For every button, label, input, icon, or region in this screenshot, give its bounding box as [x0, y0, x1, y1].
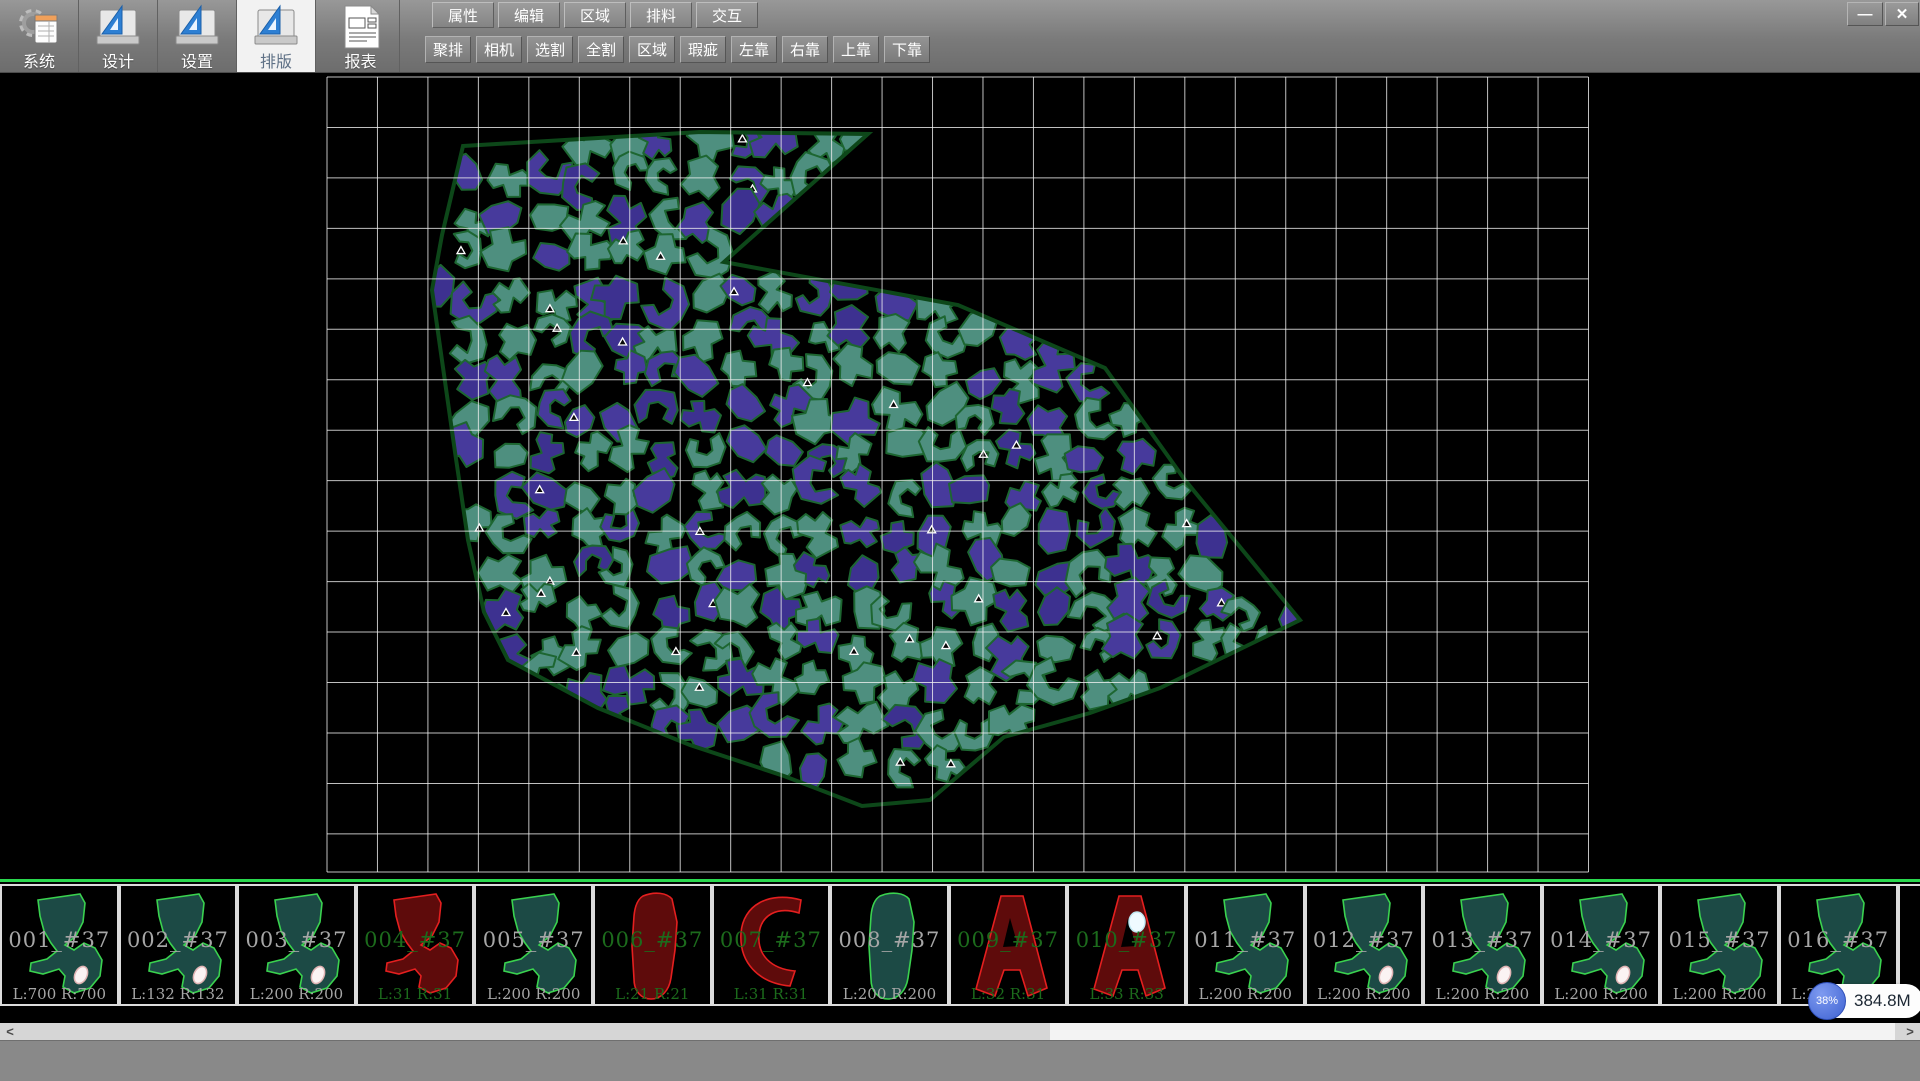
nested-pieces	[420, 115, 1308, 789]
scrollbar-thumb[interactable]	[1050, 1023, 1895, 1040]
module-label: 设置	[181, 54, 213, 71]
part-thumbnail[interactable]: 002_#37 L:132 R:132	[119, 884, 238, 1006]
part-number-label: 012_#37	[1307, 928, 1422, 952]
part-number-label: 005_#37	[476, 928, 591, 952]
tool-button-snap-bottom[interactable]: 下靠	[884, 36, 930, 63]
module-label: 系统	[23, 54, 55, 71]
window-minimize-button[interactable]: —	[1847, 2, 1883, 26]
part-lr-label: L:700 R:700	[2, 985, 117, 1003]
part-number-label: 004_#37	[358, 928, 473, 952]
part-number-label: 013_#37	[1425, 928, 1540, 952]
part-lr-label: L:200 R:200	[1662, 985, 1777, 1003]
tool-button-snap-left[interactable]: 左靠	[731, 36, 777, 63]
tool-button-snap-top[interactable]: 上靠	[833, 36, 879, 63]
part-lr-label: L:31 R:31	[358, 985, 473, 1003]
menu-tab-properties[interactable]: 属性	[432, 2, 494, 28]
module-label: 设计	[102, 54, 134, 71]
part-number-label: 003_#37	[239, 928, 354, 952]
parts-strip-cells: 001_#37 L:700 R:700 002_#37 L:132 R:132 …	[0, 884, 1920, 1006]
app-toolbar: 系统 设计 设置 排版	[0, 0, 1920, 73]
tool-button-select-cut[interactable]: 选割	[527, 36, 573, 63]
part-thumbnail[interactable]: 009_#37 L:32 R:31	[949, 884, 1068, 1006]
tool-button-cluster-nest[interactable]: 聚排	[425, 36, 471, 63]
menu-tab-interaction[interactable]: 交互	[696, 2, 758, 28]
part-lr-label: L:200 R:200	[832, 985, 947, 1003]
window-close-button[interactable]: ✕	[1885, 2, 1919, 26]
part-lr-label: L:200 R:200	[1425, 985, 1540, 1003]
tool-button-snap-right[interactable]: 右靠	[782, 36, 828, 63]
part-number-label: 006_#37	[595, 928, 710, 952]
part-number-label: 011_#37	[1188, 928, 1303, 952]
part-lr-label: L:200 R:200	[239, 985, 354, 1003]
part-number-label: 008_#37	[832, 928, 947, 952]
menu-tab-region[interactable]: 区域	[564, 2, 626, 28]
part-thumbnail[interactable]: 001_#37 L:700 R:700	[0, 884, 119, 1006]
part-thumbnail[interactable]: 014_#37 L:200 R:200	[1542, 884, 1661, 1006]
tool-button-bar: 聚排相机选割全割区域瑕疵左靠右靠上靠下靠	[425, 36, 935, 63]
part-number-label: 015_#37	[1662, 928, 1777, 952]
menu-tab-bar: 属性编辑区域排料交互	[432, 2, 762, 28]
module-button-settings[interactable]: 设置	[158, 0, 237, 72]
part-lr-label: L:200 R:200	[1188, 985, 1303, 1003]
module-button-system[interactable]: 系统	[0, 0, 79, 72]
part-number-label: 002_#37	[121, 928, 236, 952]
part-lr-label: L:31 R:31	[714, 985, 829, 1003]
tool-button-region[interactable]: 区域	[629, 36, 675, 63]
strip-divider-line	[0, 879, 1920, 882]
part-lr-label: L:200 R:200	[1307, 985, 1422, 1003]
scroll-right-button[interactable]: >	[1900, 1023, 1920, 1040]
ruler-icon	[250, 0, 302, 54]
part-number-label: 014_#37	[1544, 928, 1659, 952]
part-thumbnail[interactable]: 005_#37 L:200 R:200	[474, 884, 593, 1006]
tool-button-cut-all[interactable]: 全割	[578, 36, 624, 63]
system-gear-icon	[13, 0, 65, 54]
part-thumbnail[interactable]: 011_#37 L:200 R:200	[1186, 884, 1305, 1006]
status-bar	[0, 1040, 1920, 1081]
menu-tab-edit[interactable]: 编辑	[498, 2, 560, 28]
part-number-label: 009_#37	[951, 928, 1066, 952]
report-doc-icon	[337, 0, 385, 54]
part-number-label: 001_#37	[2, 928, 117, 952]
part-lr-label: L:132 R:132	[121, 985, 236, 1003]
part-thumbnail[interactable]: 006_#37 L:21 R:21	[593, 884, 712, 1006]
module-label: 报表	[344, 54, 376, 71]
module-button-design[interactable]: 设计	[79, 0, 158, 72]
progress-circle: 38%	[1808, 982, 1846, 1020]
memory-badge: 38% 384.8M	[1810, 984, 1920, 1018]
part-thumbnail[interactable]: 008_#37 L:200 R:200	[830, 884, 949, 1006]
part-thumbnail[interactable]: 003_#37 L:200 R:200	[237, 884, 356, 1006]
report-doc-icon	[345, 6, 379, 48]
part-number-label: 010_#37	[1069, 928, 1184, 952]
tool-button-camera[interactable]: 相机	[476, 36, 522, 63]
strip-scrollbar[interactable]: < >	[0, 1023, 1920, 1040]
part-lr-label: L:33 R:33	[1069, 985, 1184, 1003]
ruler-icon	[97, 6, 139, 44]
parts-strip: 001_#37 L:700 R:700 002_#37 L:132 R:132 …	[0, 879, 1920, 1023]
ruler-icon	[171, 0, 223, 54]
part-lr-label: L:32 R:31	[951, 985, 1066, 1003]
part-lr-label: L:200 R:200	[476, 985, 591, 1003]
ruler-icon	[92, 0, 144, 54]
module-label: 排版	[260, 54, 292, 71]
module-button-nesting[interactable]: 排版	[237, 0, 316, 72]
part-lr-label: L:21 R:21	[595, 985, 710, 1003]
part-thumbnail[interactable]: 013_#37 L:200 R:200	[1423, 884, 1542, 1006]
part-lr-label: L:200 R:200	[1544, 985, 1659, 1003]
part-thumbnail[interactable]: 004_#37 L:31 R:31	[356, 884, 475, 1006]
part-number-label: 016_#37	[1781, 928, 1896, 952]
menu-tab-nesting[interactable]: 排料	[630, 2, 692, 28]
tool-button-defect[interactable]: 瑕疵	[680, 36, 726, 63]
module-button-report[interactable]: 报表	[322, 0, 400, 72]
memory-value: 384.8M	[1854, 991, 1911, 1011]
ruler-icon	[176, 6, 218, 44]
system-gear-icon	[22, 12, 57, 43]
ruler-icon	[255, 6, 297, 44]
part-thumbnail[interactable]: 007_#37 L:31 R:31	[712, 884, 831, 1006]
part-thumbnail[interactable]: 012_#37 L:200 R:200	[1305, 884, 1424, 1006]
part-thumbnail[interactable]: 010_#37 L:33 R:33	[1067, 884, 1186, 1006]
part-number-label: 007_#37	[714, 928, 829, 952]
scroll-left-button[interactable]: <	[0, 1023, 20, 1040]
part-thumbnail[interactable]: 015_#37 L:200 R:200	[1660, 884, 1779, 1006]
